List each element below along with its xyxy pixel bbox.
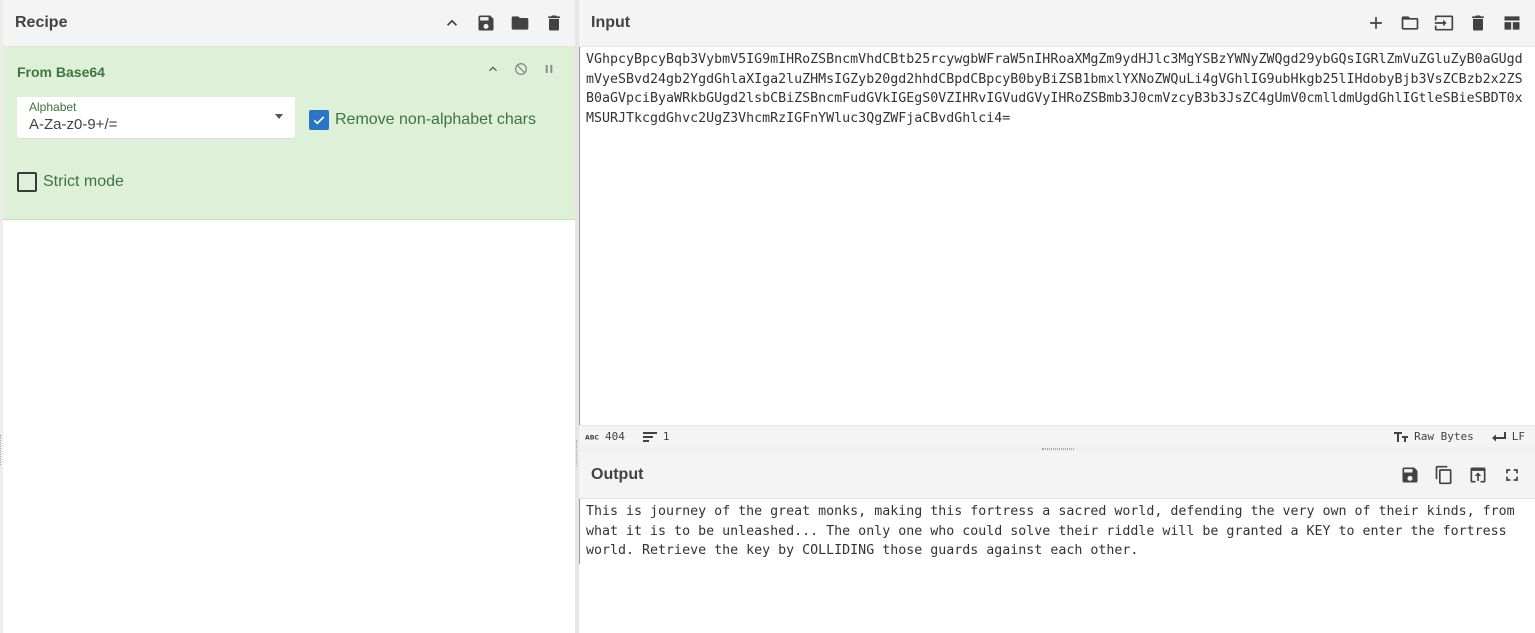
char-count-value: 404 (605, 430, 625, 443)
remove-nonalphabet-option[interactable]: Remove non-alphabet chars (309, 110, 536, 130)
recipe-header: Recipe (3, 0, 577, 47)
svg-text:ABC: ABC (585, 434, 599, 441)
caret-down-icon[interactable] (275, 114, 283, 119)
input-status-bar: ABC 404 1 Raw Bytes LF (579, 425, 1535, 447)
strict-mode-option[interactable]: Strict mode (17, 172, 124, 192)
operation-title: From Base64 (17, 64, 105, 80)
output-panel: Output This is journey of the great monk… (579, 452, 1535, 633)
fullscreen-icon[interactable] (1501, 464, 1523, 486)
alphabet-value: A-Za-z0-9+/= (29, 116, 118, 133)
layout-icon[interactable] (1501, 12, 1523, 34)
copy-icon[interactable] (1433, 464, 1455, 486)
line-count-value: 1 (662, 430, 670, 443)
chevron-up-icon[interactable] (441, 12, 463, 34)
encoding-selector[interactable]: Raw Bytes (1394, 430, 1474, 443)
add-tab-icon[interactable] (1365, 12, 1387, 34)
char-count: ABC 404 (585, 430, 625, 443)
replace-input-icon[interactable] (1467, 464, 1489, 486)
save-icon[interactable] (1399, 464, 1421, 486)
output-title: Output (591, 466, 644, 483)
input-header: Input (579, 0, 1535, 47)
strict-mode-label: Strict mode (43, 173, 124, 190)
line-count: 1 (642, 430, 670, 443)
trash-icon[interactable] (1467, 12, 1489, 34)
output-header: Output (579, 452, 1535, 499)
eol-value: LF (1511, 430, 1525, 443)
text-size-icon (1394, 431, 1409, 442)
resize-grip[interactable] (1042, 448, 1074, 450)
folder-icon[interactable] (509, 12, 531, 34)
strict-mode-checkbox[interactable] (17, 172, 37, 192)
encoding-value: Raw Bytes (1414, 430, 1474, 443)
operation-from-base64: From Base64 Alphabet A-Za-z0-9+/= Remove… (3, 47, 577, 220)
disable-icon[interactable] (513, 61, 529, 77)
chevron-up-icon[interactable] (485, 61, 501, 77)
save-icon[interactable] (475, 12, 497, 34)
eol-selector[interactable]: LF (1491, 430, 1525, 443)
cyberchef-app: Recipe From Base64 Alphabet A-Za-z0-9+/=… (0, 0, 1535, 633)
alphabet-select[interactable]: Alphabet A-Za-z0-9+/= (17, 97, 295, 138)
alphabet-label: Alphabet (29, 100, 77, 114)
left-resize-grip[interactable] (0, 435, 3, 465)
middle-resize-grip[interactable] (576, 440, 578, 466)
return-icon (1491, 431, 1506, 441)
remove-nonalphabet-label: Remove non-alphabet chars (335, 111, 537, 128)
pause-icon[interactable] (541, 61, 557, 77)
input-title: Input (591, 14, 631, 31)
input-panel: Input VGhpcyBpcyBqb3VybmV5IG9mIHRoZSBncm… (579, 0, 1535, 447)
lines-icon (642, 431, 657, 442)
open-file-icon[interactable] (1433, 12, 1455, 34)
input-textarea[interactable]: VGhpcyBpcyBqb3VybmV5IG9mIHRoZSBncmVhdCBt… (579, 47, 1535, 425)
trash-icon[interactable] (543, 12, 565, 34)
output-textarea[interactable]: This is journey of the great monks, maki… (579, 499, 1535, 564)
remove-nonalphabet-checkbox[interactable] (309, 110, 329, 130)
recipe-title: Recipe (15, 14, 68, 31)
recipe-panel: Recipe From Base64 Alphabet A-Za-z0-9+/=… (0, 0, 577, 633)
open-folder-icon[interactable] (1399, 12, 1421, 34)
